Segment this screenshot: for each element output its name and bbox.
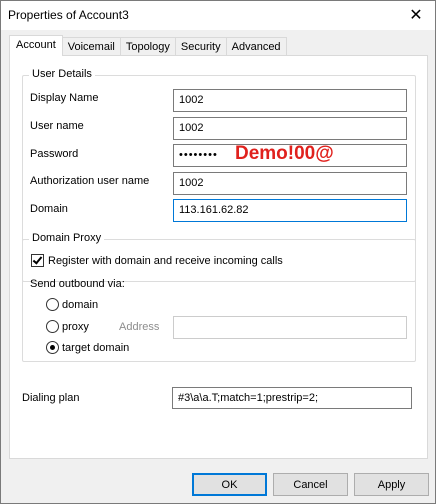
user-name-label: User name bbox=[30, 120, 84, 132]
ok-button[interactable]: OK bbox=[192, 473, 267, 496]
radio-target-domain-label: target domain bbox=[62, 341, 130, 354]
send-outbound-label: Send outbound via: bbox=[30, 278, 125, 290]
display-name-field[interactable]: 1002 bbox=[173, 89, 407, 112]
radio-target-domain-circle[interactable] bbox=[46, 341, 59, 354]
auth-user-name-label: Authorization user name bbox=[30, 175, 150, 187]
password-label: Password bbox=[30, 148, 79, 160]
password-annotation: Demo!00@ bbox=[235, 143, 334, 164]
radio-proxy-circle[interactable] bbox=[46, 320, 59, 333]
tab-voicemail[interactable]: Voicemail bbox=[61, 37, 121, 56]
display-name-label: Display Name bbox=[30, 92, 99, 104]
radio-proxy-label: proxy bbox=[62, 320, 89, 333]
register-checkbox-label: Register with domain and receive incomin… bbox=[48, 254, 283, 267]
account-tab-panel: User Details Display Name 1002 User name… bbox=[9, 55, 428, 459]
close-button[interactable]: ✕ bbox=[399, 1, 433, 29]
title-bar: Properties of Account3 ✕ bbox=[1, 1, 435, 30]
radio-domain[interactable]: domain bbox=[46, 298, 98, 311]
close-icon: ✕ bbox=[409, 7, 423, 24]
address-field bbox=[173, 316, 407, 339]
address-label: Address bbox=[119, 321, 160, 333]
user-details-group-label: User Details bbox=[29, 68, 95, 80]
dialing-plan-field[interactable]: #3\a\a.T;match=1;prestrip=2; bbox=[172, 387, 412, 409]
window-title: Properties of Account3 bbox=[8, 8, 129, 22]
password-mask: •••••••• bbox=[179, 149, 218, 161]
auth-user-name-field[interactable]: 1002 bbox=[173, 172, 407, 195]
register-checkbox-box[interactable] bbox=[31, 254, 44, 267]
tab-account[interactable]: Account bbox=[9, 35, 63, 56]
apply-button[interactable]: Apply bbox=[354, 473, 429, 496]
user-name-field[interactable]: 1002 bbox=[173, 117, 407, 140]
radio-target-domain[interactable]: target domain bbox=[46, 341, 129, 354]
radio-domain-circle[interactable] bbox=[46, 298, 59, 311]
radio-domain-label: domain bbox=[62, 298, 99, 311]
domain-proxy-group: Domain Proxy Register with domain and re… bbox=[22, 232, 416, 362]
domain-label: Domain bbox=[30, 203, 68, 215]
register-checkbox[interactable]: Register with domain and receive incomin… bbox=[31, 254, 283, 267]
tab-security[interactable]: Security bbox=[174, 37, 227, 56]
domain-field[interactable]: 113.161.62.82 bbox=[173, 199, 407, 222]
dialing-plan-label: Dialing plan bbox=[22, 392, 80, 404]
cancel-button[interactable]: Cancel bbox=[273, 473, 348, 496]
tab-topology[interactable]: Topology bbox=[119, 37, 176, 56]
radio-selected-dot bbox=[50, 345, 55, 350]
tab-advanced[interactable]: Advanced bbox=[225, 37, 287, 56]
properties-dialog: Properties of Account3 ✕ Account Voicema… bbox=[0, 0, 436, 504]
domain-proxy-group-label: Domain Proxy bbox=[29, 232, 105, 244]
radio-proxy[interactable]: proxy bbox=[46, 320, 89, 333]
checkmark-icon bbox=[32, 254, 43, 265]
tab-strip: Account Voicemail Topology Security Adva… bbox=[9, 35, 287, 56]
